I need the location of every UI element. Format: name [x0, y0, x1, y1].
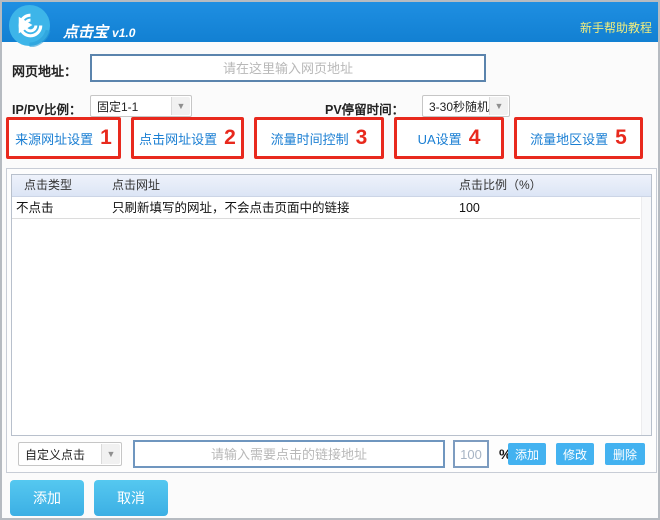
tab-number-badge: 2: [224, 126, 236, 149]
vertical-scrollbar[interactable]: [641, 197, 651, 435]
click-link-input[interactable]: [133, 440, 445, 468]
pv-stay-time-label: PV停留时间：: [325, 103, 405, 117]
tab-ua-settings[interactable]: UA设置 4: [394, 117, 504, 159]
tab-click-url-settings[interactable]: 点击网址设置 2: [131, 117, 244, 159]
modify-rule-button[interactable]: 修改: [556, 443, 594, 465]
ip-pv-ratio-select[interactable]: 固定1-1 ▼: [90, 95, 192, 117]
settings-tab-bar: 来源网址设置 1 点击网址设置 2 流量时间控制 3 UA设置 4 流量地区设置…: [6, 117, 643, 159]
tab-number-badge: 5: [615, 126, 627, 149]
pv-stay-time-value: 3-30秒随机: [429, 99, 490, 114]
app-logo-icon: [8, 4, 51, 47]
chevron-down-icon[interactable]: ▼: [171, 97, 190, 115]
url-input[interactable]: [90, 54, 486, 82]
col-header-click-ratio: 点击比例（%）: [459, 178, 542, 192]
app-title: 点击宝 v1.0: [63, 21, 135, 42]
app-window: 点击宝v1.0 新手帮助教程 网页地址： IP/PV比例： 固定1-1 ▼ PV…: [0, 0, 660, 520]
footer-add-button[interactable]: 添加: [10, 480, 84, 516]
delete-rule-button[interactable]: 删除: [605, 443, 645, 465]
tab-label: 流量时间控制: [270, 131, 349, 147]
click-type-select[interactable]: 自定义点击 ▼: [18, 442, 122, 466]
ip-pv-ratio-label: IP/PV比例：: [12, 103, 82, 117]
ip-pv-ratio-value: 固定1-1: [97, 99, 139, 114]
tab-number-badge: 1: [100, 126, 112, 149]
url-label: 网页地址：: [12, 64, 78, 79]
app-name: 点击宝: [63, 24, 109, 41]
tab-traffic-region-settings[interactable]: 流量地区设置 5: [514, 117, 643, 159]
tab-label: 流量地区设置: [530, 131, 609, 147]
col-header-click-type: 点击类型: [24, 178, 73, 192]
click-settings-panel: 点击类型 点击网址 点击比例（%） 不点击 只刷新填写的网址，不会点击页面中的链…: [6, 168, 657, 473]
tab-label: 来源网址设置: [15, 131, 94, 147]
help-tutorial-link[interactable]: 新手帮助教程: [580, 19, 652, 36]
cell-click-type: 不点击: [16, 201, 54, 215]
tab-source-url-settings[interactable]: 来源网址设置 1: [6, 117, 121, 159]
chevron-down-icon[interactable]: ▼: [101, 444, 120, 464]
col-header-click-url: 点击网址: [112, 178, 161, 192]
click-type-value: 自定义点击: [25, 447, 86, 462]
title-bar: 点击宝 v1.0 新手帮助教程: [2, 2, 658, 47]
rule-editor-row: 自定义点击 ▼ % 添加 修改 删除: [7, 439, 656, 469]
add-rule-button[interactable]: 添加: [508, 443, 546, 465]
cell-click-url: 只刷新填写的网址，不会点击页面中的链接: [112, 201, 350, 215]
tab-traffic-time-control[interactable]: 流量时间控制 3: [254, 117, 384, 159]
tab-label: 点击网址设置: [139, 131, 218, 147]
tab-label: UA设置: [417, 131, 462, 147]
click-percent-input[interactable]: [453, 440, 489, 468]
footer-cancel-button[interactable]: 取消: [94, 480, 168, 516]
tab-number-badge: 3: [355, 126, 368, 149]
pv-stay-time-select[interactable]: 3-30秒随机 ▼: [422, 95, 510, 117]
table-header-row: 点击类型 点击网址 点击比例（%）: [12, 175, 651, 197]
tab-number-badge: 4: [468, 126, 481, 149]
click-rules-table: 点击类型 点击网址 点击比例（%） 不点击 只刷新填写的网址，不会点击页面中的链…: [11, 174, 652, 436]
cell-click-ratio: 100: [459, 201, 480, 215]
app-version: v1.0: [112, 26, 136, 40]
chevron-down-icon[interactable]: ▼: [489, 97, 508, 115]
table-row[interactable]: 不点击 只刷新填写的网址，不会点击页面中的链接 100: [12, 198, 640, 219]
